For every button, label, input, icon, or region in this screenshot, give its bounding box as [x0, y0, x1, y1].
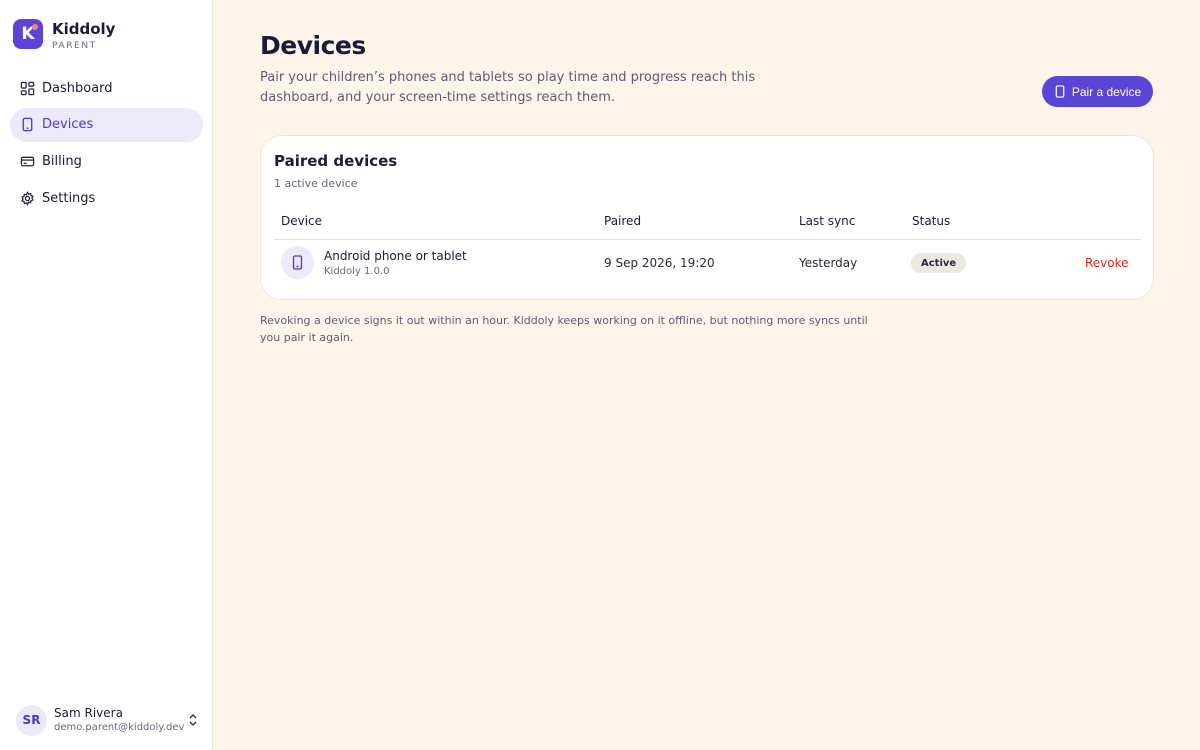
paired-date: 9 Sep 2026, 19:20 — [604, 256, 715, 270]
revoke-button[interactable]: Revoke — [1085, 256, 1129, 270]
avatar: SR — [16, 704, 47, 736]
paired-devices-card: Paired devices 1 active device Device Pa… — [260, 135, 1154, 300]
device-phone-icon — [281, 246, 314, 279]
column-header-status: Status — [912, 214, 951, 228]
sidebar-nav: Dashboard Devices Billing Settings — [10, 71, 203, 218]
sidebar-item-label: Billing — [42, 153, 82, 169]
page-description: Pair your children’s phones and tablets … — [260, 70, 756, 105]
last-sync: Yesterday — [799, 256, 858, 270]
pair-device-button[interactable]: Pair a device — [1042, 76, 1153, 107]
device-version: Kiddoly 1.0.0 — [324, 266, 390, 277]
sidebar: K Kiddoly PARENT Dashboard Devices Billi… — [0, 0, 213, 750]
user-menu[interactable]: SR Sam Rivera demo.parent@kiddoly.dev — [16, 704, 198, 736]
column-header-last-sync: Last sync — [799, 214, 856, 228]
grid-icon — [20, 81, 35, 96]
sidebar-item-label: Settings — [42, 190, 96, 206]
table-divider — [274, 239, 1141, 240]
card-icon — [20, 154, 35, 169]
device-name: Android phone or tablet — [324, 249, 467, 263]
logo-dot — [32, 24, 38, 30]
sidebar-item-billing[interactable]: Billing — [10, 144, 203, 178]
sidebar-item-settings[interactable]: Settings — [10, 181, 203, 215]
chevron-up-down-icon[interactable] — [188, 713, 198, 727]
kiddoly-logo: K — [13, 19, 43, 49]
phone-icon — [1055, 85, 1065, 98]
brand-name: Kiddoly — [52, 20, 116, 38]
column-header-paired: Paired — [604, 214, 642, 228]
brand-subtitle: PARENT — [52, 41, 97, 51]
card-title: Paired devices — [274, 152, 398, 170]
revoke-note: Revoking a device signs it out within an… — [260, 314, 868, 344]
brand[interactable]: K Kiddoly PARENT — [13, 19, 115, 52]
sidebar-item-dashboard[interactable]: Dashboard — [10, 71, 203, 105]
gear-icon — [20, 190, 35, 206]
user-name: Sam Rivera — [54, 705, 123, 720]
phone-icon — [20, 117, 35, 132]
sidebar-item-devices[interactable]: Devices — [10, 107, 203, 142]
pair-device-label: Pair a device — [1071, 84, 1142, 99]
sidebar-item-label: Dashboard — [42, 80, 113, 96]
column-header-device: Device — [281, 214, 323, 228]
user-email: demo.parent@kiddoly.dev — [54, 721, 185, 733]
page-title: Devices — [260, 31, 366, 60]
card-subtitle: 1 active device — [274, 177, 358, 190]
status-badge: Active — [911, 253, 967, 273]
sidebar-item-label: Devices — [42, 117, 94, 133]
